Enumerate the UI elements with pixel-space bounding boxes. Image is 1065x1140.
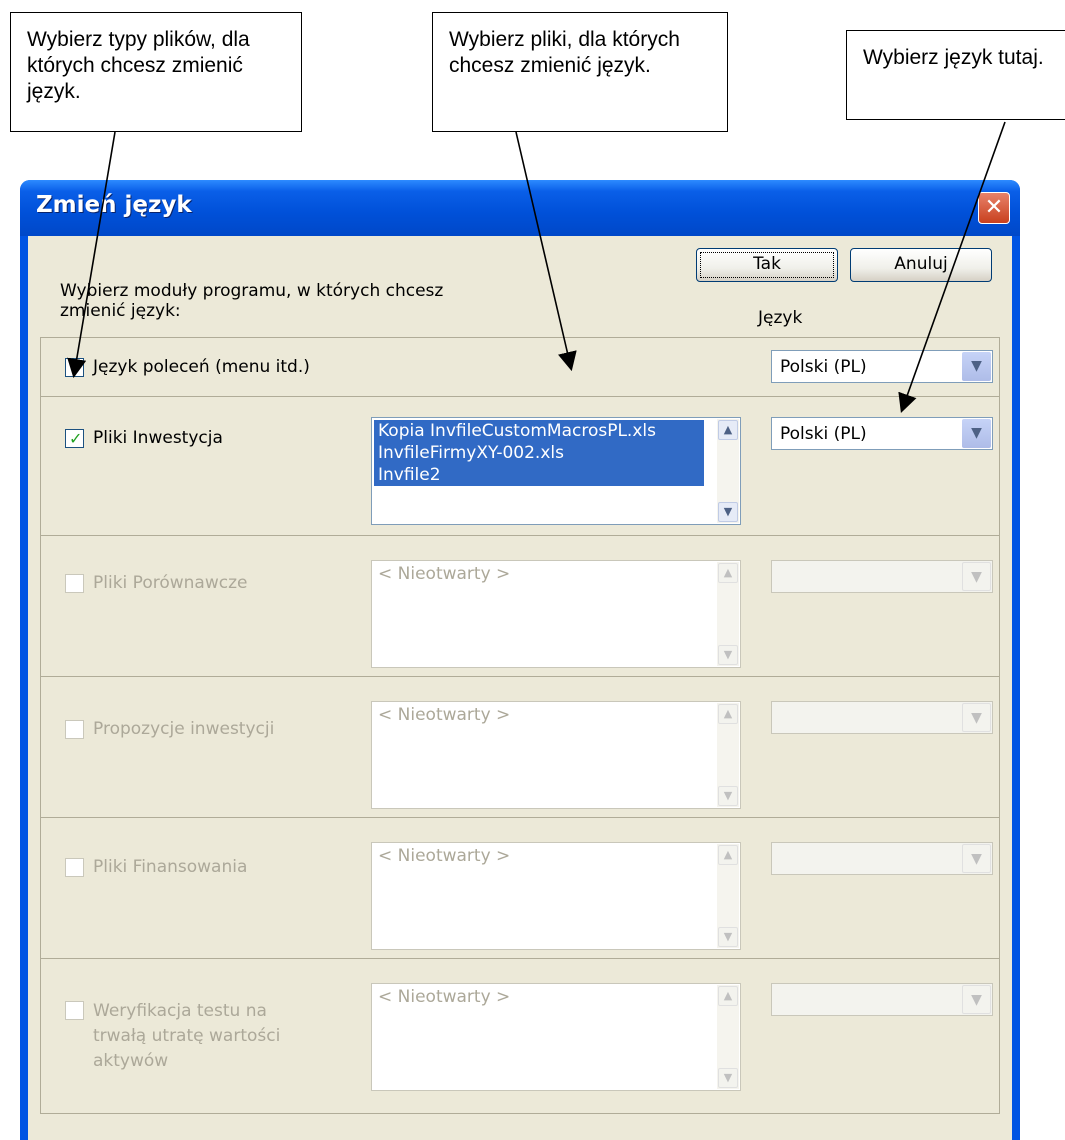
arrow-to-language-select [898,121,1006,414]
arrow-to-file-list [515,131,577,372]
arrow-to-checkbox [67,131,116,379]
callout-arrows [67,121,1006,414]
